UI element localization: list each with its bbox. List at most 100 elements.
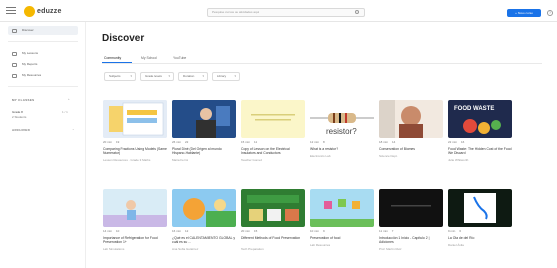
filter-grade-levels[interactable]: Grade levels ▾ xyxy=(140,72,174,81)
lesson-card[interactable]: 26 min 22 Plural Diné (Del Origen al mun… xyxy=(172,100,236,170)
lesson-title[interactable]: Copy of Lesson on the Electrical Insulat… xyxy=(241,147,305,156)
chevron-down-icon: ▾ xyxy=(130,74,132,78)
lesson-thumbnail xyxy=(172,100,236,138)
page-title: Discover xyxy=(102,33,145,44)
lesson-thumbnail xyxy=(103,189,167,227)
lesson-author: Julie Whitworth xyxy=(448,158,469,162)
lesson-card[interactable]: FOOD WASTE 22 min 16 Food Waste: The Hid… xyxy=(448,100,512,170)
lesson-title[interactable]: Food Waste: The Hidden Cost of the Food … xyxy=(448,147,512,156)
lesson-slide-count: 8 xyxy=(323,140,325,144)
lesson-card[interactable]: 14 min 10 Importance of Refrigeration fo… xyxy=(103,189,167,259)
lesson-author: Science Dept. xyxy=(379,154,398,158)
svg-text:resistor?: resistor? xyxy=(326,127,357,136)
kitchen-thumbnail-art xyxy=(103,189,167,227)
sidebar-item-label: Discover xyxy=(22,28,34,32)
lesson-title[interactable]: Preservation of food xyxy=(310,236,374,240)
tab-my-school[interactable]: My School xyxy=(141,56,157,60)
folder-icon xyxy=(12,51,17,56)
sidebar-item-my-reports[interactable]: My Reports xyxy=(8,60,78,69)
lesson-card[interactable]: 18 min 14 Conservation of Biomes Science… xyxy=(379,100,443,170)
search-input[interactable]: Pesquise cursos ou atividades aqui xyxy=(207,8,365,17)
lesson-thumbnail: FOOD WASTE xyxy=(448,100,512,138)
divider xyxy=(8,86,78,87)
lesson-duration: 20 min xyxy=(241,229,251,233)
lesson-card[interactable]: 10 min 9 Preservation of food Lab Resour… xyxy=(310,189,374,259)
lesson-author: Electronics Lab xyxy=(310,154,331,158)
divider xyxy=(8,41,78,42)
lesson-slide-count: 6 xyxy=(459,229,462,233)
tab-community[interactable]: Community xyxy=(104,56,121,60)
filter-duration[interactable]: Duration ▾ xyxy=(178,72,208,81)
lesson-title[interactable]: Conservation of Biomes xyxy=(379,147,443,151)
lesson-card[interactable]: 20 min 15 Different Methods of Food Pres… xyxy=(241,189,305,259)
lesson-duration: 20 min xyxy=(103,140,113,144)
lesson-card[interactable]: 9 min 6 La Ola de del Río Daniel Ávila xyxy=(448,189,512,259)
dark-thumbnail-art xyxy=(379,189,443,227)
lesson-title[interactable]: ¿Qué es el CALENTAMIENTO GLOBAL y cuál e… xyxy=(172,236,236,245)
resistor-thumbnail-art: resistor? xyxy=(310,100,374,138)
sidebar-item-label: My Resources xyxy=(22,73,42,77)
lesson-thumbnail xyxy=(241,100,305,138)
archived-header[interactable]: ARCHIVED xyxy=(12,128,30,132)
lesson-card[interactable]: 16 min 12 ¿Qué es el CALENTAMIENTO GLOBA… xyxy=(172,189,236,259)
lesson-thumbnail xyxy=(379,189,443,227)
lesson-duration: 9 min xyxy=(448,229,456,233)
filter-label: Duration xyxy=(183,74,195,78)
divider xyxy=(102,63,542,64)
class-name[interactable]: Grade 8 xyxy=(12,110,23,114)
lesson-meta: 18 min 14 xyxy=(379,140,395,144)
globe-thumbnail-art xyxy=(172,189,236,227)
wave-thumbnail-art xyxy=(448,189,512,227)
lesson-slide-count: 10 xyxy=(116,229,120,233)
lesson-slide-count: 12 xyxy=(185,229,189,233)
lesson-title[interactable]: Importance of Refrigeration for Food Pre… xyxy=(103,236,167,245)
lesson-author: Tech Preparation xyxy=(241,247,264,251)
lesson-author: Lesson Resources · Grade 3 Maths xyxy=(103,158,151,162)
lesson-meta: 15 min 11 xyxy=(241,140,257,144)
lesson-author: Prof. Martín Ruiz xyxy=(379,247,402,251)
sidebar-item-my-resources[interactable]: My Resources xyxy=(8,71,78,80)
lesson-slide-count: 19 xyxy=(116,140,120,144)
lesson-thumbnail xyxy=(241,189,305,227)
lesson-title[interactable]: Plural Diné (Del Origen al mundo Hispano… xyxy=(172,147,236,156)
new-course-button[interactable]: + Novo curso xyxy=(507,9,541,17)
food-waste-thumbnail-art: FOOD WASTE xyxy=(448,100,512,138)
lesson-title[interactable]: Different Methods of Food Preservation xyxy=(241,236,305,240)
lesson-slide-count: 14 xyxy=(392,140,396,144)
filter-library[interactable]: Library ▾ xyxy=(212,72,240,81)
help-icon[interactable]: ? xyxy=(547,10,553,16)
lesson-card[interactable]: 11 min 7 Introducción 1 Inicio - Capítul… xyxy=(379,189,443,259)
lesson-author: Lab Resources xyxy=(310,243,331,247)
chevron-down-icon[interactable]: ⌄ xyxy=(72,127,75,131)
lesson-duration: 10 min xyxy=(310,229,320,233)
lesson-duration: 11 min xyxy=(379,229,388,233)
lesson-title[interactable]: Introducción 1 Inicio - Capítulo 2 | Adi… xyxy=(379,236,443,245)
sidebar-item-discover[interactable]: Discover xyxy=(8,26,78,35)
chevron-down-icon: ▾ xyxy=(202,74,204,78)
chevron-down-icon: ▾ xyxy=(168,74,170,78)
logo-text: eduzze xyxy=(37,7,62,15)
sidebar-item-my-lessons[interactable]: My Lessons xyxy=(8,49,78,58)
classes-header: MY CLASSES xyxy=(12,98,35,102)
lesson-card[interactable]: 15 min 11 Copy of Lesson on the Electric… xyxy=(241,100,305,170)
speaker-thumbnail-art xyxy=(172,100,236,138)
lesson-title[interactable]: What is a resistor? xyxy=(310,147,374,151)
add-class-icon[interactable]: + xyxy=(68,97,70,101)
lesson-thumbnail: resistor? xyxy=(310,100,374,138)
lesson-author: Maria Fermi xyxy=(172,158,189,162)
filter-subjects[interactable]: Subjects ▾ xyxy=(104,72,136,81)
lesson-title[interactable]: Comparing Fractions Using Models (Same N… xyxy=(103,147,167,156)
menu-icon[interactable] xyxy=(6,7,16,14)
top-bar: eduzze Pesquise cursos ou atividades aqu… xyxy=(0,0,557,22)
search-icon[interactable] xyxy=(355,10,359,14)
sidebar-item-label: My Reports xyxy=(22,62,38,66)
logo[interactable]: eduzze xyxy=(24,5,62,17)
logo-mark-icon xyxy=(24,5,35,17)
tab-youtube[interactable]: YouTube xyxy=(173,56,186,60)
lesson-title[interactable]: La Ola de del Río xyxy=(448,236,512,240)
lesson-thumbnail xyxy=(172,189,236,227)
lesson-author: Teacher Gomez xyxy=(241,158,263,162)
lesson-card[interactable]: 20 min 19 Comparing Fractions Using Mode… xyxy=(103,100,167,170)
lesson-card[interactable]: resistor? 12 min 8 What is a resistor? E… xyxy=(310,100,374,170)
paper-thumbnail-art xyxy=(241,100,305,138)
